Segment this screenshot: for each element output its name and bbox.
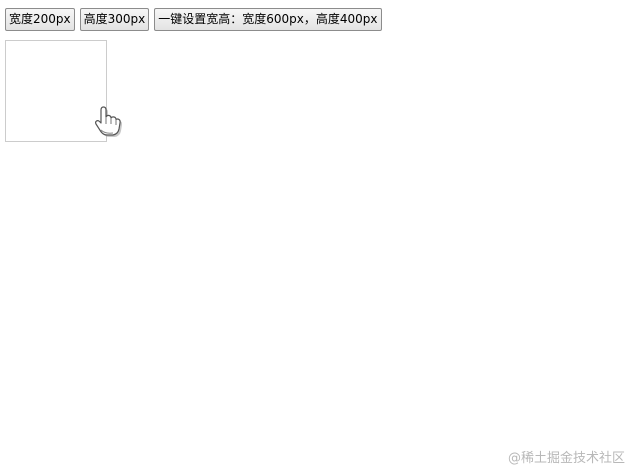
hand-pointer-icon [95, 106, 122, 137]
set-width-height-button[interactable]: 一键设置宽高：宽度600px，高度400px [154, 8, 382, 31]
watermark: @稀土掘金技术社区 [507, 451, 625, 466]
set-width-button[interactable]: 宽度200px [5, 8, 75, 31]
set-height-button[interactable]: 高度300px [79, 8, 150, 31]
toolbar: 宽度200px 高度300px 一键设置宽高：宽度600px，高度400px [5, 8, 382, 31]
